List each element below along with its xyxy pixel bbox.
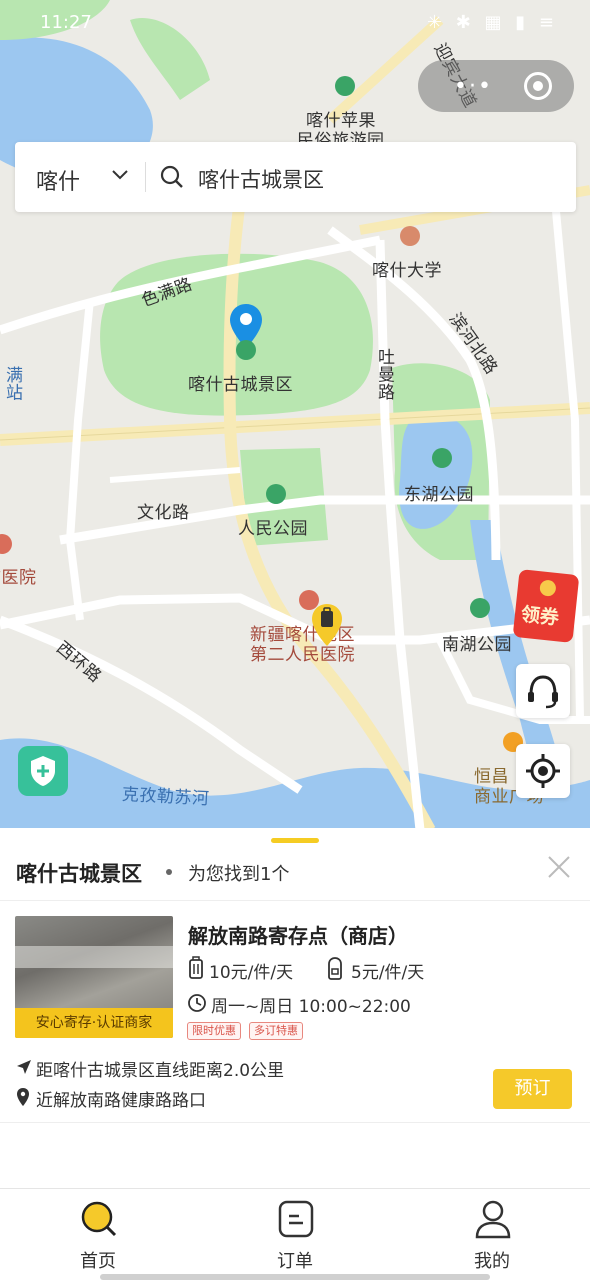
certified-tag: 安心寄存·认证商家 bbox=[15, 1008, 173, 1038]
close-icon[interactable] bbox=[546, 854, 572, 880]
home-indicator bbox=[100, 1274, 490, 1280]
search-divider bbox=[145, 162, 146, 192]
tab-orders-label: 订单 bbox=[277, 1251, 313, 1272]
locate-button[interactable] bbox=[516, 744, 570, 798]
map-label-manzhan: 满站 bbox=[2, 366, 22, 401]
backpack-icon bbox=[328, 957, 342, 980]
opening-hours: 周一~周日 10:00~22:00 bbox=[211, 997, 411, 1017]
distance-text: 距喀什古城景区直线距离2.0公里 bbox=[36, 1061, 285, 1081]
university-poi-icon[interactable] bbox=[400, 226, 420, 246]
old-city-poi-icon[interactable] bbox=[236, 340, 256, 360]
card-divider bbox=[0, 1122, 590, 1123]
more-button[interactable]: •·• bbox=[454, 74, 493, 99]
map-label-hospital-left[interactable]: 市医院 bbox=[0, 563, 37, 588]
map-label-renmin-park[interactable]: 人民公园 bbox=[238, 514, 308, 539]
search-icon[interactable] bbox=[159, 164, 185, 190]
insurance-button[interactable] bbox=[18, 746, 68, 796]
clock-icon bbox=[188, 994, 206, 1012]
miniapp-capsule: •·• bbox=[418, 60, 574, 112]
tab-orders[interactable]: 订单 bbox=[197, 1189, 393, 1280]
storage-pin-icon[interactable] bbox=[310, 602, 344, 648]
coupon-button[interactable]: 领券 bbox=[512, 569, 580, 643]
price-small: 5元/件/天 bbox=[351, 963, 425, 983]
map-label-river: 克孜勒苏河 bbox=[121, 784, 210, 810]
map-label-nanhu-park[interactable]: 南湖公园 bbox=[442, 630, 512, 655]
sheet-title: 喀什古城景区 bbox=[16, 862, 142, 886]
tab-home[interactable]: 首页 bbox=[0, 1189, 196, 1280]
scenic-poi-icon[interactable] bbox=[335, 76, 355, 96]
map-label-donghu-park[interactable]: 东湖公园 bbox=[404, 480, 474, 505]
book-button[interactable]: 预订 bbox=[493, 1069, 572, 1109]
customer-service-button[interactable] bbox=[516, 664, 570, 718]
suitcase-icon bbox=[189, 956, 203, 979]
renmin-park-poi-icon[interactable] bbox=[266, 484, 286, 504]
user-icon bbox=[475, 1200, 511, 1239]
map-label-old-city[interactable]: 喀什古城景区 bbox=[188, 370, 293, 395]
store-photo[interactable]: 安心寄存·认证商家 bbox=[15, 916, 173, 1038]
coupon-label: 领券 bbox=[519, 603, 560, 630]
address-text: 近解放南路健康路路口 bbox=[36, 1091, 206, 1111]
sheet-divider bbox=[0, 900, 590, 901]
tab-home-label: 首页 bbox=[80, 1251, 116, 1272]
price-large: 10元/件/天 bbox=[209, 963, 294, 983]
chevron-down-icon[interactable] bbox=[111, 166, 129, 184]
order-icon bbox=[278, 1200, 314, 1238]
status-icons: ✳ ✱ ▦ ▮ ≡ bbox=[426, 12, 558, 33]
map-label-university[interactable]: 喀什大学 bbox=[372, 256, 442, 281]
map-view[interactable]: 喀什苹果 民俗旅游园 喀什大学 色满路 喀什古城景区 吐曼路 滨河北路 迎宾大道… bbox=[0, 0, 590, 830]
city-selector[interactable]: 喀什 bbox=[36, 164, 80, 196]
tab-profile[interactable]: 我的 bbox=[394, 1189, 590, 1280]
status-time: 11:27 bbox=[40, 12, 92, 33]
photo-stripe bbox=[15, 946, 173, 968]
search-bar[interactable]: 喀什 喀什古城景区 bbox=[15, 142, 576, 212]
store-name[interactable]: 解放南路寄存点（商店） bbox=[188, 920, 408, 949]
crosshair-icon bbox=[526, 754, 560, 788]
status-bar: 11:27 ✳ ✱ ▦ ▮ ≡ bbox=[0, 0, 590, 44]
tab-bar: 首页 订单 我的 bbox=[0, 1188, 590, 1280]
headset-icon bbox=[528, 675, 558, 709]
promo-badge-limited: 限时优惠 bbox=[187, 1022, 241, 1040]
search-icon bbox=[81, 1201, 117, 1237]
navigation-arrow-icon bbox=[17, 1060, 31, 1074]
map-label-tuman-road: 吐曼路 bbox=[374, 348, 394, 401]
map-base bbox=[0, 0, 590, 830]
donghu-poi-icon[interactable] bbox=[432, 448, 452, 468]
close-target-icon[interactable] bbox=[524, 72, 552, 100]
search-input[interactable]: 喀什古城景区 bbox=[198, 164, 324, 194]
shield-plus-icon bbox=[31, 756, 55, 786]
separator-dot bbox=[166, 869, 172, 875]
result-count: 为您找到1个 bbox=[188, 864, 290, 885]
sheet-drag-handle[interactable] bbox=[271, 838, 319, 843]
promo-badge-multi: 多订特惠 bbox=[249, 1022, 303, 1040]
nanhu-poi-icon[interactable] bbox=[470, 598, 490, 618]
result-sheet: 喀什古城景区 为您找到1个 安心寄存·认证商家 解放南路寄存点（商店） 10元/… bbox=[0, 828, 590, 1188]
coin-icon bbox=[539, 579, 557, 597]
map-marker-icon bbox=[17, 1088, 29, 1106]
map-label-wenhua-road: 文化路 bbox=[137, 503, 190, 523]
tab-profile-label: 我的 bbox=[474, 1251, 510, 1272]
